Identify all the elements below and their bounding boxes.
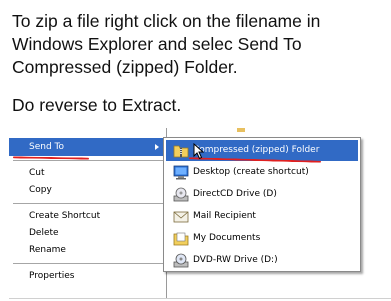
desktop-icon <box>173 165 189 180</box>
submenu-item-directcd-drive[interactable]: DirectCD Drive (D) <box>166 184 358 205</box>
cd-drive-icon <box>173 187 189 202</box>
submenu-item-dvd-rw-drive[interactable]: DVD-RW Drive (D:) <box>166 250 358 271</box>
folder-edge-icon <box>237 128 245 132</box>
my-documents-folder-icon <box>173 231 189 246</box>
screenshot-bottom-edge <box>9 298 391 299</box>
menu-item-delete[interactable]: Delete <box>9 224 166 242</box>
menu-item-rename[interactable]: Rename <box>9 241 166 259</box>
zip-folder-icon <box>173 143 189 158</box>
context-menu: Send To Cut Copy Create Shortcut Delete … <box>9 128 167 298</box>
menu-separator <box>13 160 163 161</box>
menu-item-send-to[interactable]: Send To <box>9 138 166 156</box>
menu-item-copy[interactable]: Copy <box>9 181 166 199</box>
submenu-item-desktop-shortcut[interactable]: Desktop (create shortcut) <box>166 162 358 183</box>
explorer-screenshot: Send To Cut Copy Create Shortcut Delete … <box>9 128 391 301</box>
menu-item-create-shortcut[interactable]: Create Shortcut <box>9 207 166 225</box>
submenu-item-mail-recipient[interactable]: Mail Recipient <box>166 206 358 227</box>
instruction-zip-text: To zip a file right click on the filenam… <box>12 11 321 77</box>
submenu-arrow-icon <box>155 144 159 150</box>
menu-separator <box>13 263 163 264</box>
menu-item-properties[interactable]: Properties <box>9 267 166 285</box>
instruction-extract-text: Do reverse to Extract. <box>12 95 182 115</box>
dvd-drive-icon <box>173 253 189 268</box>
submenu-item-my-documents[interactable]: My Documents <box>166 228 358 249</box>
menu-item-cut[interactable]: Cut <box>9 164 166 182</box>
mail-envelope-icon <box>173 209 189 224</box>
menu-separator <box>13 203 163 204</box>
mouse-pointer-icon <box>193 142 205 165</box>
